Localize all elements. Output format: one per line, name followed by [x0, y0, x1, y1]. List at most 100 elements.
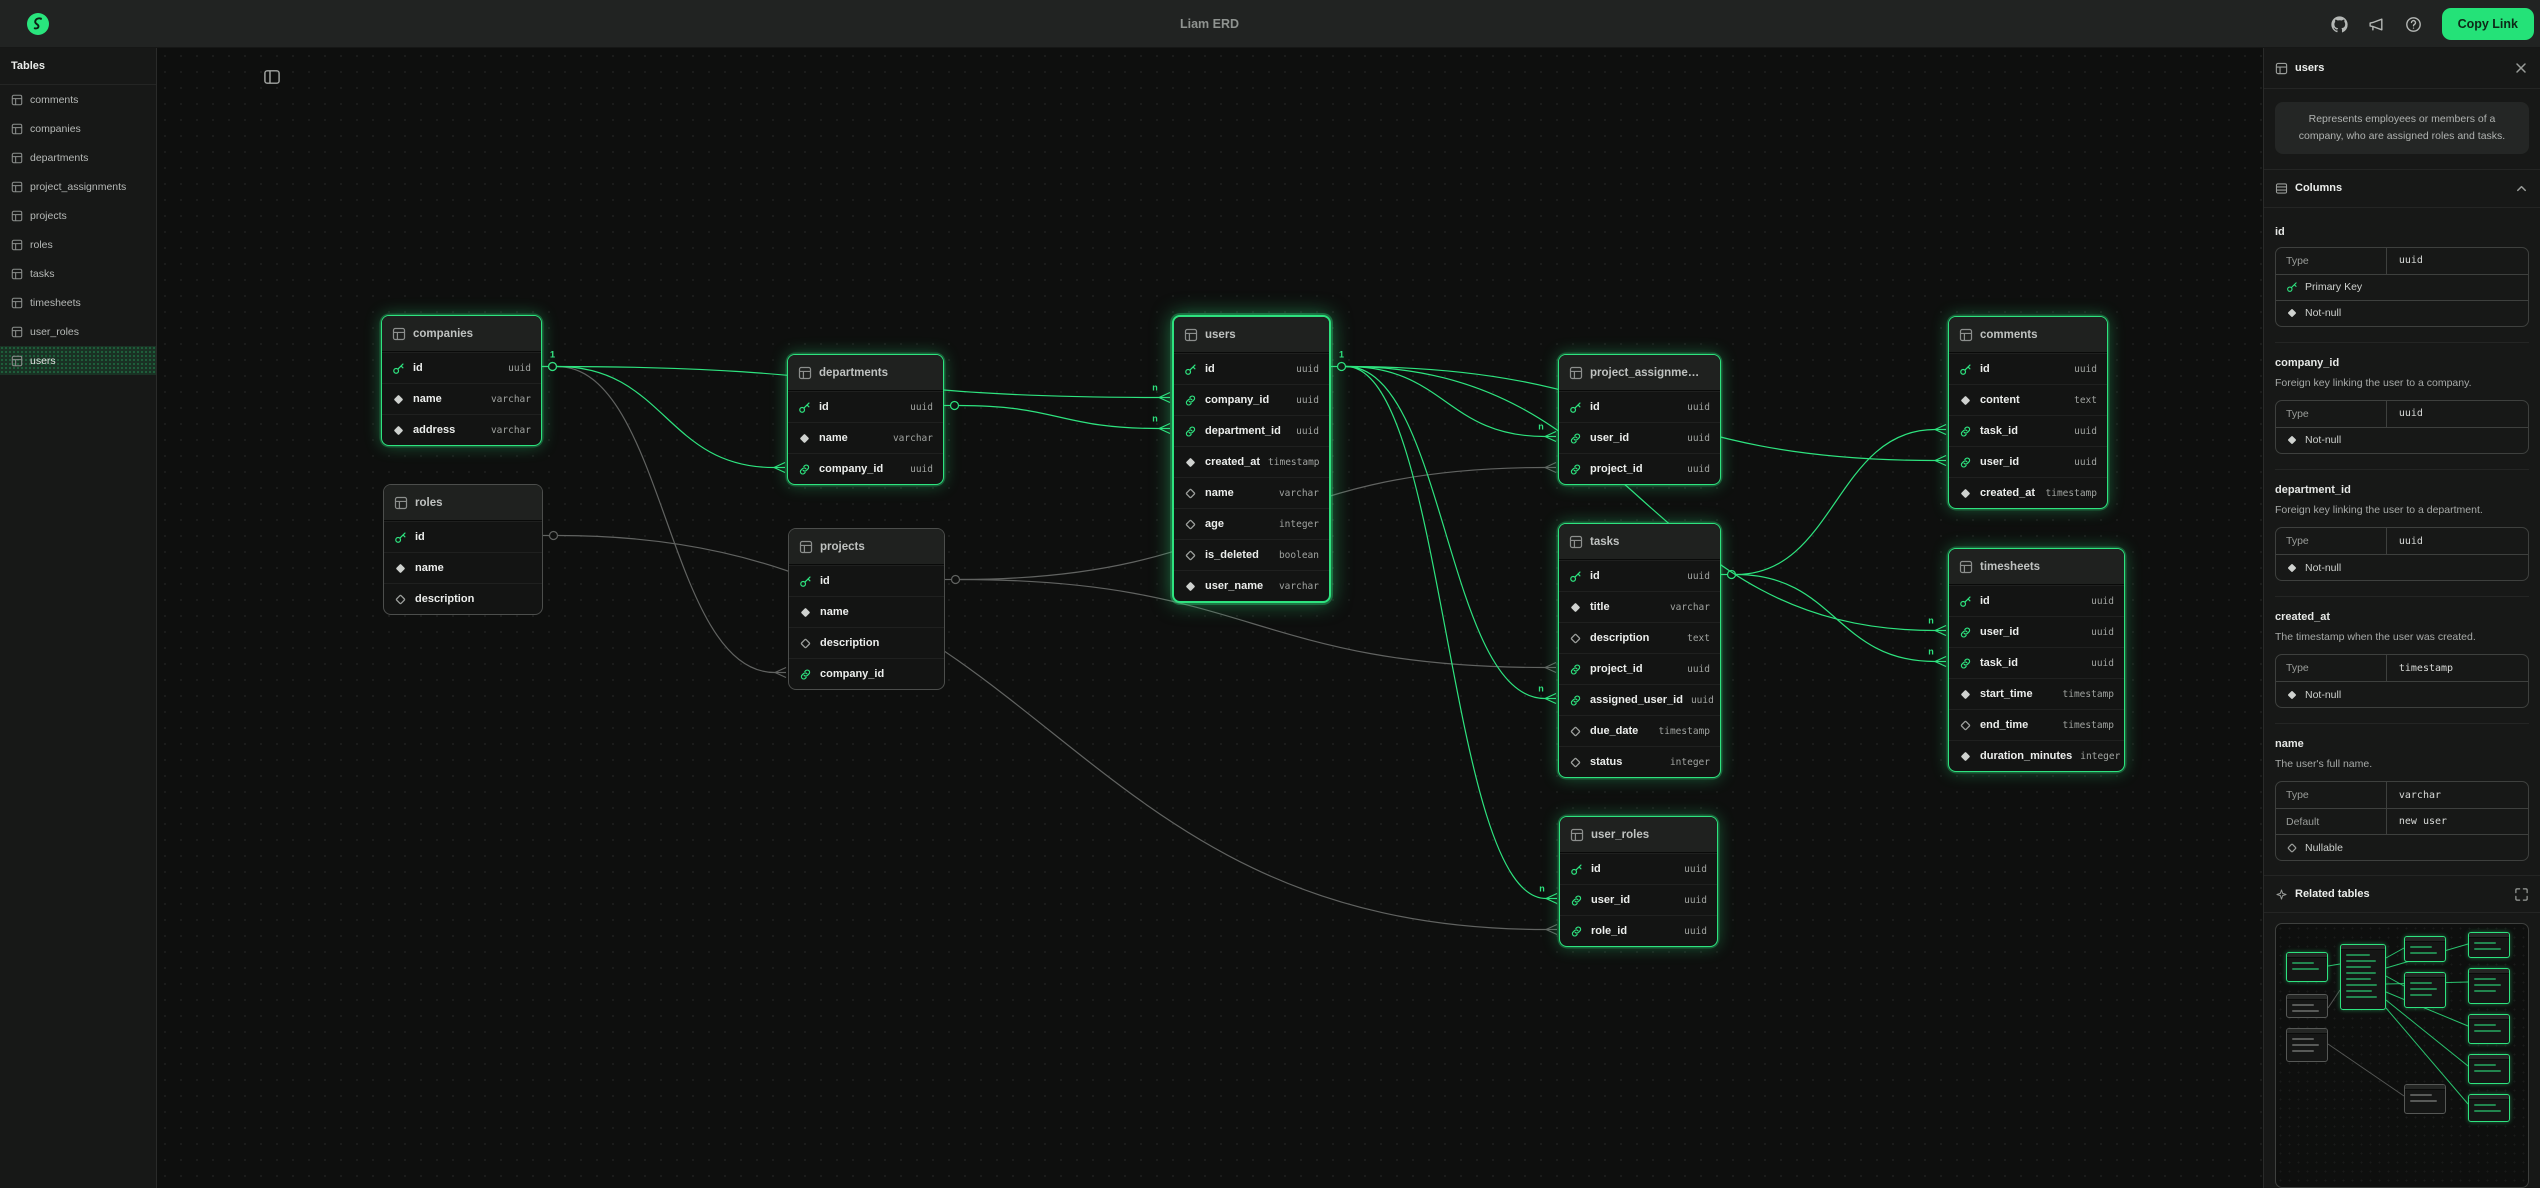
megaphone-icon[interactable]	[2368, 16, 2385, 33]
column-row-user_roles-user_id[interactable]: user_iduuid	[1560, 884, 1717, 915]
column-row-comments-task_id[interactable]: task_iduuid	[1949, 415, 2107, 446]
column-row-timesheets-id[interactable]: iduuid	[1949, 585, 2124, 616]
column-row-users-department_id[interactable]: department_iduuid	[1174, 415, 1329, 446]
table-node-timesheets[interactable]: timesheetsiduuiduser_iduuidtask_iduuidst…	[1948, 548, 2125, 772]
sidebar-item-project_assignments[interactable]: project_assignments	[0, 172, 156, 201]
table-node-users[interactable]: users iduuidcompany_iduuiddepartment_iduu…	[1172, 315, 1331, 603]
column-row-timesheets-end_time[interactable]: end_timetimestamp	[1949, 709, 2124, 740]
sidebar-item-timesheets[interactable]: timesheets	[0, 288, 156, 317]
column-row-user_roles-role_id[interactable]: role_iduuid	[1560, 915, 1717, 946]
column-row-roles-id[interactable]: id	[384, 521, 542, 552]
github-icon[interactable]	[2331, 16, 2348, 33]
table-node-user_roles[interactable]: user_rolesiduuiduser_iduuidrole_iduuid	[1559, 816, 1718, 947]
column-row-roles-name[interactable]: name	[384, 552, 542, 583]
table-icon	[1959, 328, 1973, 342]
column-row-user_roles-id[interactable]: iduuid	[1560, 853, 1717, 884]
diamond-filled-icon	[1184, 456, 1197, 469]
table-icon	[11, 239, 23, 251]
column-row-comments-id[interactable]: iduuid	[1949, 353, 2107, 384]
column-row-companies-name[interactable]: namevarchar	[382, 383, 541, 414]
column-type: varchar	[1279, 488, 1319, 499]
info-row: Not-null	[2276, 554, 2528, 580]
column-row-tasks-description[interactable]: descriptiontext	[1559, 622, 1720, 653]
column-row-departments-id[interactable]: iduuid	[788, 391, 943, 422]
table-node-comments[interactable]: commentsiduuidcontenttexttask_iduuiduser…	[1948, 316, 2108, 509]
column-row-project_assignments-user_id[interactable]: user_iduuid	[1559, 422, 1720, 453]
diamond-filled-icon	[392, 393, 405, 406]
table-name: users	[1205, 329, 1236, 341]
column-row-users-is_deleted[interactable]: is_deletedboolean	[1174, 539, 1329, 570]
column-row-companies-address[interactable]: addressvarchar	[382, 414, 541, 445]
column-row-project_assignments-project_id[interactable]: project_iduuid	[1559, 453, 1720, 484]
column-row-tasks-title[interactable]: titlevarchar	[1559, 591, 1720, 622]
info-value: uuid	[2387, 536, 2423, 547]
column-type: boolean	[1279, 550, 1319, 561]
column-card-department_id: department_idForeign key linking the use…	[2275, 469, 2529, 581]
sidebar-item-tasks[interactable]: tasks	[0, 259, 156, 288]
column-type: timestamp	[2063, 720, 2114, 731]
sidebar-item-projects[interactable]: projects	[0, 201, 156, 230]
column-row-users-name[interactable]: namevarchar	[1174, 477, 1329, 508]
sidebar-item-users[interactable]: users	[0, 346, 156, 375]
panel-toggle-button[interactable]	[261, 66, 283, 88]
column-row-comments-created_at[interactable]: created_attimestamp	[1949, 477, 2107, 508]
column-row-tasks-status[interactable]: statusinteger	[1559, 746, 1720, 777]
table-node-companies[interactable]: companiesiduuidnamevarcharaddressvarchar	[381, 315, 542, 446]
column-row-projects-id[interactable]: id	[789, 565, 944, 596]
erd-canvas[interactable]: 11nn1nnnnn companiesiduuidnamevarcharadd…	[157, 48, 2262, 1188]
column-row-comments-user_id[interactable]: user_iduuid	[1949, 446, 2107, 477]
column-row-tasks-id[interactable]: iduuid	[1559, 560, 1720, 591]
column-card-description: The timestamp when the user was created.	[2275, 630, 2529, 645]
table-node-projects[interactable]: projectsidnamedescriptioncompany_id	[788, 528, 945, 690]
table-node-tasks[interactable]: tasksiduuidtitlevarchardescriptiontextpr…	[1558, 523, 1721, 778]
column-row-timesheets-start_time[interactable]: start_timetimestamp	[1949, 678, 2124, 709]
key-icon	[1959, 363, 1972, 376]
column-row-projects-company_id[interactable]: company_id	[789, 658, 944, 689]
copy-link-button[interactable]: Copy Link	[2442, 8, 2534, 40]
column-row-departments-name[interactable]: namevarchar	[788, 422, 943, 453]
chevron-up-icon[interactable]	[2514, 181, 2529, 196]
column-row-departments-company_id[interactable]: company_iduuid	[788, 453, 943, 484]
info-row: Defaultnew user	[2276, 808, 2528, 834]
column-row-users-created_at[interactable]: created_attimestamp	[1174, 446, 1329, 477]
column-card-description: Foreign key linking the user to a compan…	[2275, 376, 2529, 391]
close-icon[interactable]	[2513, 60, 2529, 76]
table-icon	[1959, 560, 1973, 574]
table-node-departments[interactable]: departmentsiduuidnamevarcharcompany_iduu…	[787, 354, 944, 485]
column-type: uuid	[1687, 571, 1710, 582]
column-row-companies-id[interactable]: iduuid	[382, 352, 541, 383]
help-icon[interactable]	[2405, 16, 2422, 33]
column-row-users-company_id[interactable]: company_iduuid	[1174, 384, 1329, 415]
sidebar-item-roles[interactable]: roles	[0, 230, 156, 259]
diamond-filled-icon	[2286, 307, 2298, 319]
column-type: text	[1687, 633, 1710, 644]
sidebar-item-companies[interactable]: companies	[0, 114, 156, 143]
diamond-filled-icon	[2286, 689, 2298, 701]
sidebar-item-departments[interactable]: departments	[0, 143, 156, 172]
column-row-projects-name[interactable]: name	[789, 596, 944, 627]
column-row-users-age[interactable]: ageinteger	[1174, 508, 1329, 539]
column-row-users-id[interactable]: iduuid	[1174, 353, 1329, 384]
column-row-timesheets-task_id[interactable]: task_iduuid	[1949, 647, 2124, 678]
column-row-comments-content[interactable]: contenttext	[1949, 384, 2107, 415]
column-type: uuid	[1687, 433, 1710, 444]
sidebar-item-comments[interactable]: comments	[0, 85, 156, 114]
column-card-name: nameThe user's full name.TypevarcharDefa…	[2275, 723, 2529, 861]
column-row-users-user_name[interactable]: user_namevarchar	[1174, 570, 1329, 601]
column-row-project_assignments-id[interactable]: iduuid	[1559, 391, 1720, 422]
column-row-timesheets-duration_minutes[interactable]: duration_minutesinteger	[1949, 740, 2124, 771]
column-row-timesheets-user_id[interactable]: user_iduuid	[1949, 616, 2124, 647]
column-row-projects-description[interactable]: description	[789, 627, 944, 658]
related-tables-minimap[interactable]	[2275, 923, 2529, 1188]
column-row-tasks-project_id[interactable]: project_iduuid	[1559, 653, 1720, 684]
column-row-tasks-due_date[interactable]: due_datetimestamp	[1559, 715, 1720, 746]
table-node-roles[interactable]: rolesidnamedescription	[383, 484, 543, 615]
column-row-tasks-assigned_user_id[interactable]: assigned_user_iduuid	[1559, 684, 1720, 715]
link-icon	[1959, 425, 1972, 438]
table-node-project_assignments[interactable]: project_assignme…iduuiduser_iduuidprojec…	[1558, 354, 1721, 485]
sidebar-item-user_roles[interactable]: user_roles	[0, 317, 156, 346]
column-row-roles-description[interactable]: description	[384, 583, 542, 614]
fit-view-icon[interactable]	[2514, 887, 2529, 902]
link-icon	[1184, 394, 1197, 407]
column-type: uuid	[1296, 395, 1319, 406]
